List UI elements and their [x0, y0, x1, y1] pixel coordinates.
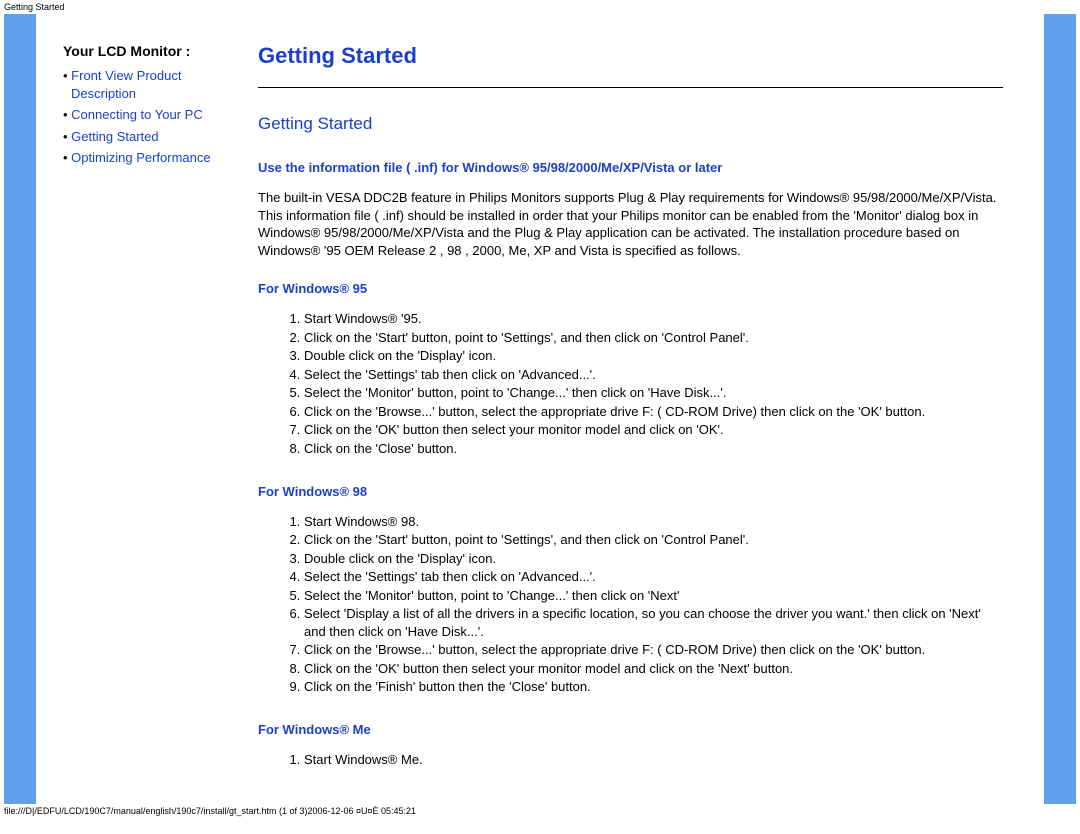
sidebar-link[interactable]: Connecting to Your PC: [71, 107, 203, 122]
page-title: Getting Started: [258, 43, 1003, 69]
list-item: Double click on the 'Display' icon.: [304, 550, 1003, 568]
page-footer: file:///D|/EDFU/LCD/190C7/manual/english…: [0, 804, 1080, 818]
list-item: Click on the 'Finish' button then the 'C…: [304, 678, 1003, 696]
steps-winme: Start Windows® Me.: [258, 751, 1003, 769]
list-item: Select the 'Settings' tab then click on …: [304, 568, 1003, 586]
sidebar-link[interactable]: Optimizing Performance: [71, 150, 210, 165]
sidebar-item-front-view[interactable]: Front View Product Description: [63, 67, 249, 102]
subheading: Use the information file ( .inf) for Win…: [258, 160, 1003, 175]
list-item: Click on the 'Start' button, point to 'S…: [304, 531, 1003, 549]
list-item: Select the 'Monitor' button, point to 'C…: [304, 384, 1003, 402]
right-blue-band: [1044, 14, 1076, 804]
list-item: Start Windows® Me.: [304, 751, 1003, 769]
list-item: Double click on the 'Display' icon.: [304, 347, 1003, 365]
section-title: Getting Started: [258, 114, 1003, 134]
left-blue-band: [4, 14, 36, 804]
list-item: Click on the 'OK' button then select you…: [304, 421, 1003, 439]
list-item: Select the 'Monitor' button, point to 'C…: [304, 587, 1003, 605]
list-item: Start Windows® 98.: [304, 513, 1003, 531]
sidebar-link[interactable]: Front View Product Description: [71, 68, 181, 101]
list-item: Click on the 'Browse...' button, select …: [304, 641, 1003, 659]
list-item: Click on the 'Close' button.: [304, 440, 1003, 458]
list-item: Click on the 'OK' button then select you…: [304, 660, 1003, 678]
intro-paragraph: The built-in VESA DDC2B feature in Phili…: [258, 189, 1003, 259]
section-head-winme: For Windows® Me: [258, 722, 1003, 737]
list-item: Start Windows® '95.: [304, 310, 1003, 328]
sidebar-title: Your LCD Monitor :: [63, 43, 249, 59]
steps-win98: Start Windows® 98. Click on the 'Start' …: [258, 513, 1003, 696]
sidebar-item-connecting[interactable]: Connecting to Your PC: [63, 106, 249, 124]
steps-win95: Start Windows® '95. Click on the 'Start'…: [258, 310, 1003, 457]
section-head-win95: For Windows® 95: [258, 281, 1003, 296]
list-item: Click on the 'Start' button, point to 'S…: [304, 329, 1003, 347]
list-item: Click on the 'Browse...' button, select …: [304, 403, 1003, 421]
list-item: Select 'Display a list of all the driver…: [304, 605, 1003, 640]
sidebar-item-getting-started[interactable]: Getting Started: [63, 128, 249, 146]
section-head-win98: For Windows® 98: [258, 484, 1003, 499]
list-item: Select the 'Settings' tab then click on …: [304, 366, 1003, 384]
title-separator: [258, 87, 1003, 88]
sidebar-item-optimizing[interactable]: Optimizing Performance: [63, 149, 249, 167]
page-header: Getting Started: [0, 0, 1080, 14]
sidebar-link[interactable]: Getting Started: [71, 129, 158, 144]
